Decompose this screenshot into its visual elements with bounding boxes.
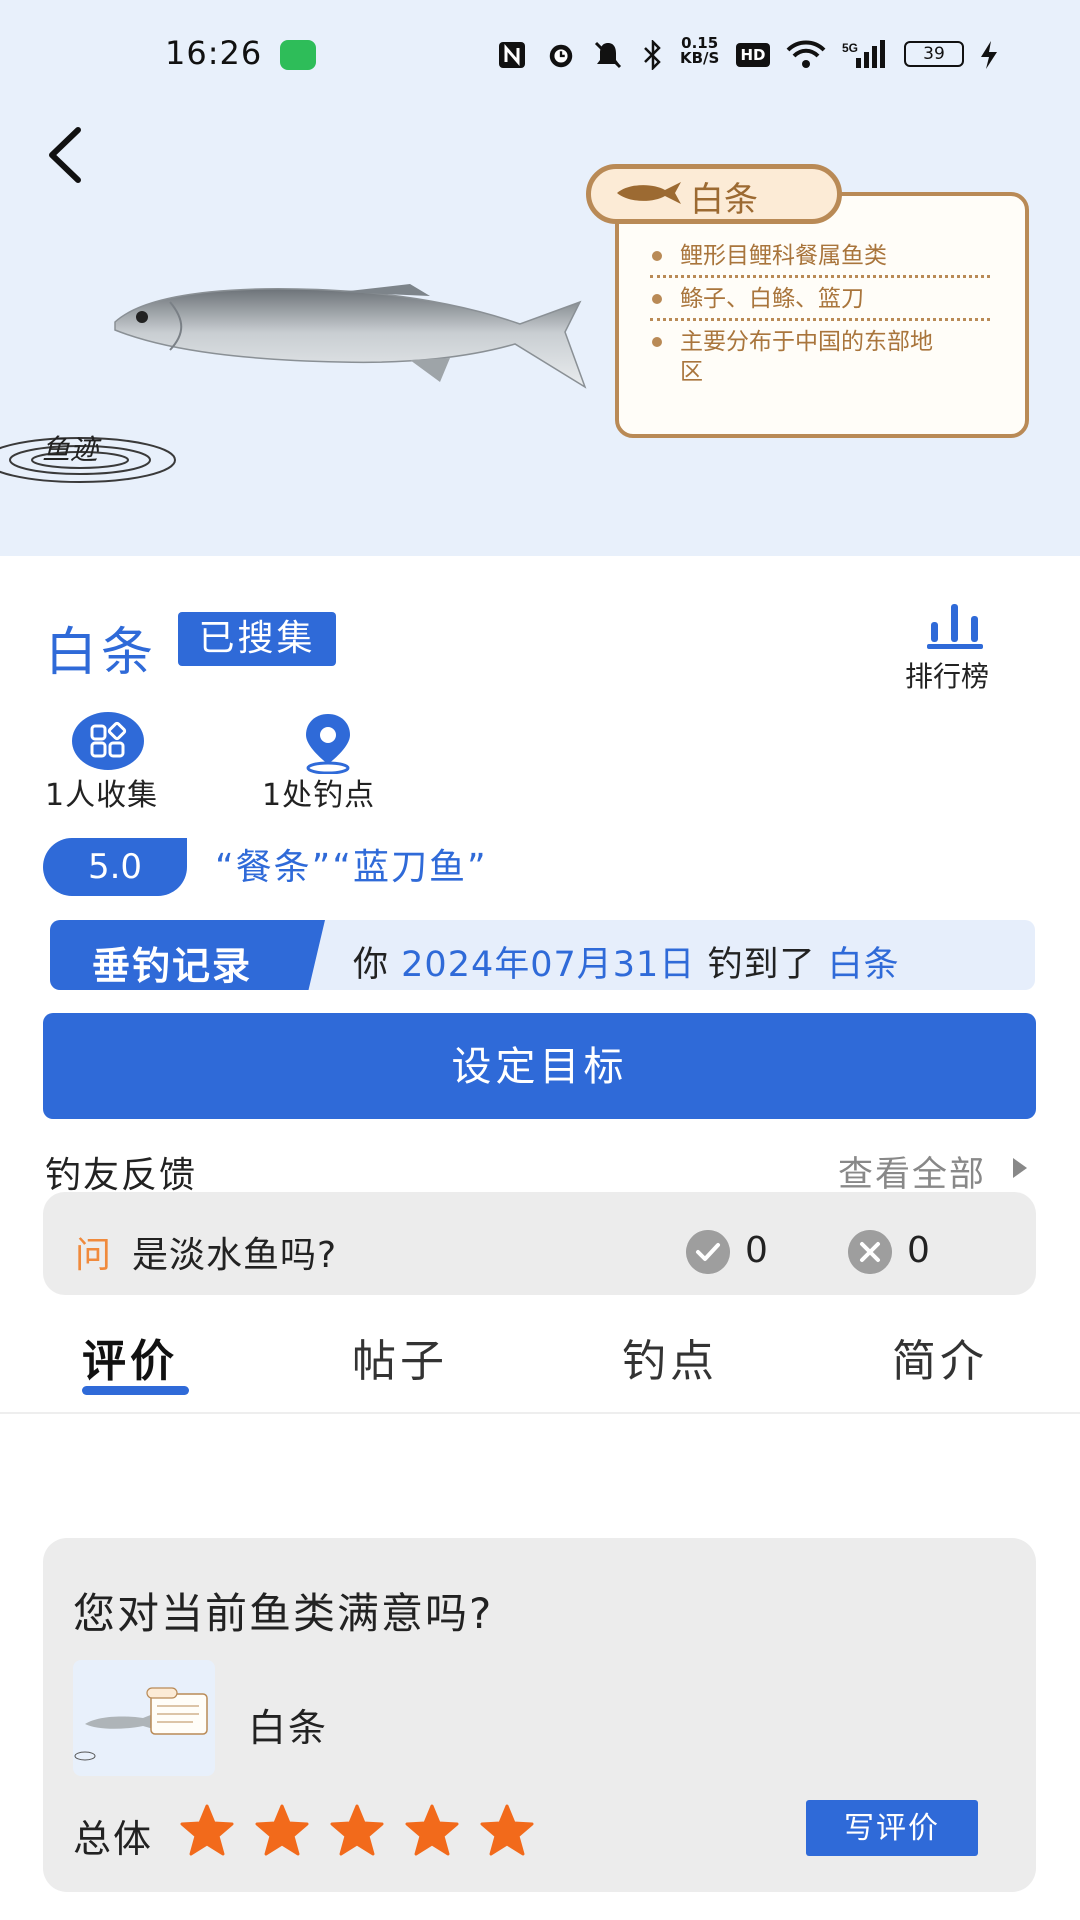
hd-icon: HD <box>736 43 770 67</box>
fish-aliases: “餐条”“蓝刀鱼” <box>215 847 488 888</box>
collected-badge: 已搜集 <box>178 612 336 666</box>
ranking-icon[interactable] <box>925 600 985 650</box>
signal-icon: 5G <box>842 40 885 68</box>
status-time: 16:26 <box>165 34 263 72</box>
fish-info-card <box>615 192 1029 438</box>
bullet-icon <box>652 251 662 261</box>
star-icon[interactable] <box>405 1804 459 1856</box>
alarm-icon <box>549 44 573 68</box>
cross-icon[interactable] <box>848 1230 892 1274</box>
star-icon[interactable] <box>180 1804 234 1856</box>
ranking-label[interactable]: 排行榜 <box>905 655 989 695</box>
fish-illustration <box>114 284 587 389</box>
divider <box>650 275 990 278</box>
status-bar: 16:26 0.15 KB/S HD 5G 39 <box>0 0 1080 110</box>
feedback-question: 是淡水鱼吗? <box>132 1235 338 1276</box>
tab-spots[interactable]: 钓点 <box>622 1325 718 1389</box>
rating-badge: 5.0 <box>43 838 187 896</box>
back-button[interactable] <box>40 120 100 190</box>
spots-count[interactable]: 1处钓点 <box>262 770 375 814</box>
check-icon[interactable] <box>686 1230 730 1274</box>
nfc-icon <box>499 42 525 68</box>
satisfaction-fish-name: 白条 <box>248 1706 329 1750</box>
view-all-link[interactable]: 查看全部 <box>838 1146 986 1197</box>
question-mark-label: 问 <box>75 1235 112 1276</box>
collection-icon <box>72 712 144 770</box>
feedback-title: 钓友反馈 <box>45 1155 198 1196</box>
fish-thumbnail <box>73 1660 215 1776</box>
no-count: 0 <box>907 1230 930 1271</box>
write-review-button[interactable]: 写评价 <box>806 1800 978 1856</box>
catch-record-text: 你 2024年07月31日 钓到了 白条 <box>353 936 900 987</box>
mute-icon <box>594 41 622 69</box>
fish-info-line: 鲤形目鲤科餐属鱼类 <box>680 243 887 269</box>
battery-icon: 39 <box>904 41 964 67</box>
fish-info-line: 鲦子、白鲦、篮刀 <box>680 286 864 312</box>
app-notification-icon <box>280 40 316 70</box>
svg-text:5G: 5G <box>842 41 858 55</box>
wifi-icon <box>786 40 826 68</box>
record-date: 2024年07月31日 <box>401 945 696 985</box>
overall-label: 总体 <box>73 1817 154 1861</box>
record-middle: 钓到了 <box>707 945 816 985</box>
active-tab-indicator <box>82 1386 189 1395</box>
record-prefix: 你 <box>353 945 390 985</box>
star-icon[interactable] <box>255 1804 309 1856</box>
star-icon[interactable] <box>480 1804 534 1856</box>
record-fish: 白条 <box>827 945 900 985</box>
fish-title: 白条 <box>45 623 158 683</box>
fish-silhouette-icon <box>617 182 681 204</box>
fish-info-line: 主要分布于中国的东部地 <box>680 329 933 355</box>
catch-record-tag-label: 垂钓记录 <box>92 944 253 988</box>
bullet-icon <box>652 337 662 347</box>
set-goal-button[interactable]: 设定目标 <box>43 1013 1036 1119</box>
divider <box>650 318 990 321</box>
collectors-count[interactable]: 1人收集 <box>45 770 158 814</box>
yes-count: 0 <box>745 1230 768 1271</box>
tab-intro[interactable]: 简介 <box>892 1325 988 1389</box>
star-icon[interactable] <box>330 1804 384 1856</box>
fish-info-line: 区 <box>680 359 703 385</box>
location-pin-icon <box>306 714 350 774</box>
bullet-icon <box>652 294 662 304</box>
tab-posts[interactable]: 帖子 <box>352 1325 448 1389</box>
satisfaction-title: 您对当前鱼类满意吗? <box>73 1589 494 1638</box>
net-speed: 0.15 KB/S <box>680 34 720 67</box>
bluetooth-icon <box>644 40 661 70</box>
watermark-text: 鱼迹 <box>42 433 99 466</box>
tab-reviews[interactable]: 评价 <box>82 1325 178 1389</box>
arrow-right-icon[interactable] <box>1013 1158 1027 1178</box>
fish-info-name: 白条 <box>690 180 758 220</box>
divider <box>0 1412 1080 1414</box>
charging-icon <box>981 41 997 69</box>
